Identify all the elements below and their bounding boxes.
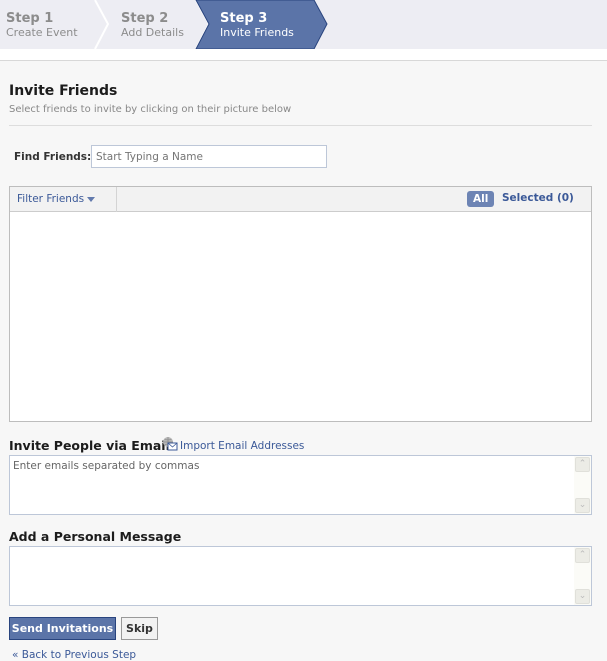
email-textarea[interactable]: Enter emails separated by commas ⌃ ⌄: [9, 455, 592, 515]
friend-list: [10, 213, 591, 421]
header-spacer: [0, 49, 607, 60]
friend-selector-header: Filter Friends All Selected (0): [10, 187, 591, 212]
header-divider: [0, 60, 607, 61]
step-2-number: Step 2: [121, 11, 169, 26]
step-progress-bar: Step 1 Create Event Step 2 Add Details S…: [0, 0, 607, 49]
find-friends-label: Find Friends:: [14, 151, 92, 163]
step-3-label: Invite Friends: [220, 26, 294, 39]
email-scrollbar[interactable]: ⌃ ⌄: [574, 456, 591, 514]
scroll-up-icon[interactable]: ⌃: [575, 457, 590, 472]
step-1-label: Create Event: [6, 26, 78, 39]
personal-message-title: Add a Personal Message: [9, 529, 182, 544]
scroll-down-icon[interactable]: ⌄: [575, 498, 590, 513]
step-2[interactable]: Step 2 Add Details: [115, 0, 200, 49]
find-friends-input[interactable]: [91, 145, 327, 168]
step-1-number: Step 1: [6, 11, 54, 26]
tab-selected[interactable]: Selected (0): [502, 192, 574, 204]
step-3[interactable]: Step 3 Invite Friends: [214, 0, 319, 49]
section-divider: [9, 125, 592, 126]
personal-message-textarea[interactable]: ⌃ ⌄: [9, 546, 592, 606]
scroll-down-icon[interactable]: ⌄: [575, 589, 590, 604]
step-2-label: Add Details: [121, 26, 184, 39]
import-email-label: Import Email Addresses: [180, 440, 305, 452]
friend-selector: Filter Friends All Selected (0): [9, 186, 592, 422]
import-email-icon: [163, 437, 178, 451]
chevron-down-icon: [87, 196, 96, 202]
step-1[interactable]: Step 1 Create Event: [0, 0, 95, 49]
email-placeholder: Enter emails separated by commas: [13, 460, 200, 472]
send-invitations-button[interactable]: Send Invitations: [9, 617, 116, 640]
step-3-number: Step 3: [220, 11, 268, 26]
scroll-up-icon[interactable]: ⌃: [575, 548, 590, 563]
back-to-previous-step-link[interactable]: « Back to Previous Step: [12, 649, 136, 661]
invite-friends-title: Invite Friends: [9, 83, 118, 99]
tab-all[interactable]: All: [467, 191, 495, 207]
invite-friends-subtitle: Select friends to invite by clicking on …: [9, 104, 292, 115]
message-scrollbar[interactable]: ⌃ ⌄: [574, 547, 591, 605]
skip-button[interactable]: Skip: [121, 617, 158, 640]
filter-tab: Filter Friends: [10, 187, 117, 212]
invite-email-title: Invite People via Email: [9, 438, 170, 453]
filter-friends-label: Filter Friends: [17, 193, 85, 205]
filter-friends-dropdown[interactable]: Filter Friends: [17, 193, 96, 205]
import-email-link[interactable]: Import Email Addresses: [162, 436, 304, 452]
